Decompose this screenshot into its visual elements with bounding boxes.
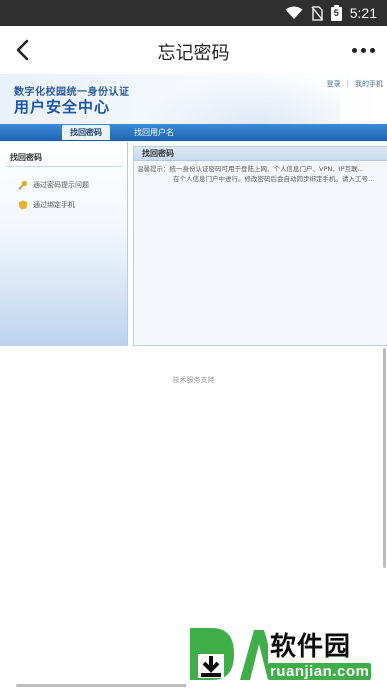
page-title: 忘记密码 xyxy=(157,43,230,64)
sidebar-title: 找回密码 xyxy=(10,153,42,162)
panel-body: 温馨提示：统一身份认证密码可用于登陆上网、个人信息门户、VPN、IP互联... … xyxy=(134,161,387,184)
banner-title: 用户安全中心 xyxy=(14,98,111,116)
sidebar-item-bound-phone[interactable]: 通过绑定手机 xyxy=(18,200,75,210)
sidebar-item-label: 通过密码提示问题 xyxy=(33,181,89,189)
watermark-text: 软件园 xyxy=(270,632,352,662)
tab-find-password[interactable]: 找回密码 xyxy=(62,125,110,140)
key-icon xyxy=(18,180,28,190)
wifi-icon xyxy=(285,6,303,19)
tip-label: 温馨提示： xyxy=(137,165,170,173)
more-icon xyxy=(352,47,357,53)
horizontal-scrollbar[interactable] xyxy=(16,684,190,687)
download-logo-icon xyxy=(190,628,268,680)
panel-line: 在个人信息门户中进行。修改密码后会自动同步绑定手机。请入工号... xyxy=(173,175,375,183)
panel-line: 温馨提示：统一身份认证密码可用于登陆上网、个人信息门户、VPN、IP互联... xyxy=(137,164,383,174)
status-time: 5:21 xyxy=(349,5,377,21)
status-icons: 5 5:21 xyxy=(285,4,377,22)
tip-text: 统一身份认证密码可用于登陆上网、个人信息门户、VPN、IP互联... xyxy=(169,165,364,173)
footer-note: 技术服务支持 xyxy=(172,376,215,384)
sidebar: 找回密码 通过密码提示问题 通过绑定手机 xyxy=(0,142,128,346)
tab-find-username[interactable]: 找回用户名 xyxy=(126,125,182,140)
sidebar-divider xyxy=(6,166,122,167)
vertical-scrollbar[interactable] xyxy=(383,348,386,568)
site-banner: 数字化校园统一身份认证 用户安全中心 登录 | 我的手机 xyxy=(0,74,387,124)
panel-title: 找回密码 xyxy=(134,147,387,161)
more-icon-dot xyxy=(361,47,366,53)
sidebar-item-security-question[interactable]: 通过密码提示问题 xyxy=(18,180,89,190)
app-bar: 忘记密码 xyxy=(0,26,387,74)
more-button[interactable] xyxy=(349,40,375,60)
nav-bar: 找回密码 找回用户名 xyxy=(0,124,387,141)
status-bar: 5 5:21 xyxy=(0,0,387,26)
battery-level: 5 xyxy=(333,8,339,18)
banner-decoration xyxy=(140,74,340,124)
watermark-logo: 软件园 ruanjian.com xyxy=(186,626,387,688)
more-icon-dot xyxy=(370,47,375,53)
link-separator: | xyxy=(346,79,349,87)
top-links: 登录 | 我的手机 xyxy=(327,79,383,89)
no-sim-icon xyxy=(311,5,323,21)
battery-icon: 5 xyxy=(330,5,342,21)
shield-icon xyxy=(19,200,27,210)
watermark-url: ruanjian.com xyxy=(268,663,372,680)
sidebar-item-label: 通过绑定手机 xyxy=(33,201,75,209)
webview: 数字化校园统一身份认证 用户安全中心 登录 | 我的手机 找回密码 找回用户名 … xyxy=(0,74,387,688)
login-link[interactable]: 登录 xyxy=(327,79,341,89)
content-panel: 找回密码 温馨提示：统一身份认证密码可用于登陆上网、个人信息门户、VPN、IP互… xyxy=(133,146,387,346)
my-phone-link[interactable]: 我的手机 xyxy=(355,79,383,89)
